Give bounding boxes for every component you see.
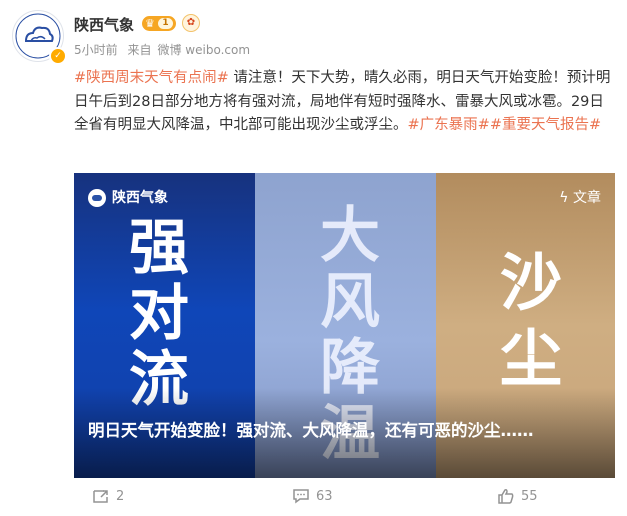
account-name[interactable]: 陕西气象 [74, 14, 134, 35]
action-bar: 2 63 55 [0, 480, 627, 516]
hashtag-link[interactable]: #广东暴雨# [408, 117, 490, 133]
post-meta: 5小时前 来自 微博 weibo.com [74, 41, 256, 58]
card-brand: 陕西气象 [88, 187, 168, 207]
repost-count: 2 [116, 489, 125, 504]
source-prefix: 来自 [127, 43, 152, 57]
article-card[interactable]: 强对流 大风降温 沙尘 陕西气象 ϟ 文章 明日天气开始变脸！强对流、大风降温，… [74, 173, 615, 478]
repost-icon [93, 490, 108, 503]
panel-title: 强对流 [129, 213, 189, 415]
like-count: 55 [521, 489, 538, 504]
vip-level: 1 [158, 18, 173, 29]
card-caption[interactable]: 明日天气开始变脸！强对流、大风降温，还有可恶的沙尘…… [88, 418, 603, 443]
comment-icon [293, 489, 309, 504]
fan-badge-icon[interactable]: ✿ [182, 14, 200, 32]
lightning-icon: ϟ [559, 190, 569, 206]
post-source: 微博 weibo.com [157, 43, 251, 57]
post-text: #陕西周末天气有点闹# 请注意！天下大势，晴久必雨，明日天气开始变脸！预计明日午… [74, 67, 614, 138]
vip-badge[interactable]: ♛ 1 [142, 16, 176, 31]
post-time[interactable]: 5小时前 [74, 43, 118, 57]
hashtag-link[interactable]: #重要天气报告# [490, 117, 601, 133]
crown-icon: ♛ [145, 17, 155, 30]
hashtag-link[interactable]: #陕西周末天气有点闹# [74, 70, 229, 86]
like-button[interactable]: 55 [497, 488, 538, 504]
panel-title: 沙尘 [499, 246, 562, 395]
comment-count: 63 [316, 489, 333, 504]
repost-button[interactable]: 2 [92, 488, 124, 504]
cloud-logo-icon [88, 189, 106, 207]
card-brand-label: 陕西气象 [112, 190, 168, 206]
thumbs-up-icon [498, 489, 514, 504]
verified-badge-icon: ✓ [49, 47, 67, 65]
article-label-text: 文章 [573, 190, 601, 206]
comment-button[interactable]: 63 [292, 488, 333, 504]
article-label: ϟ 文章 [559, 187, 601, 207]
